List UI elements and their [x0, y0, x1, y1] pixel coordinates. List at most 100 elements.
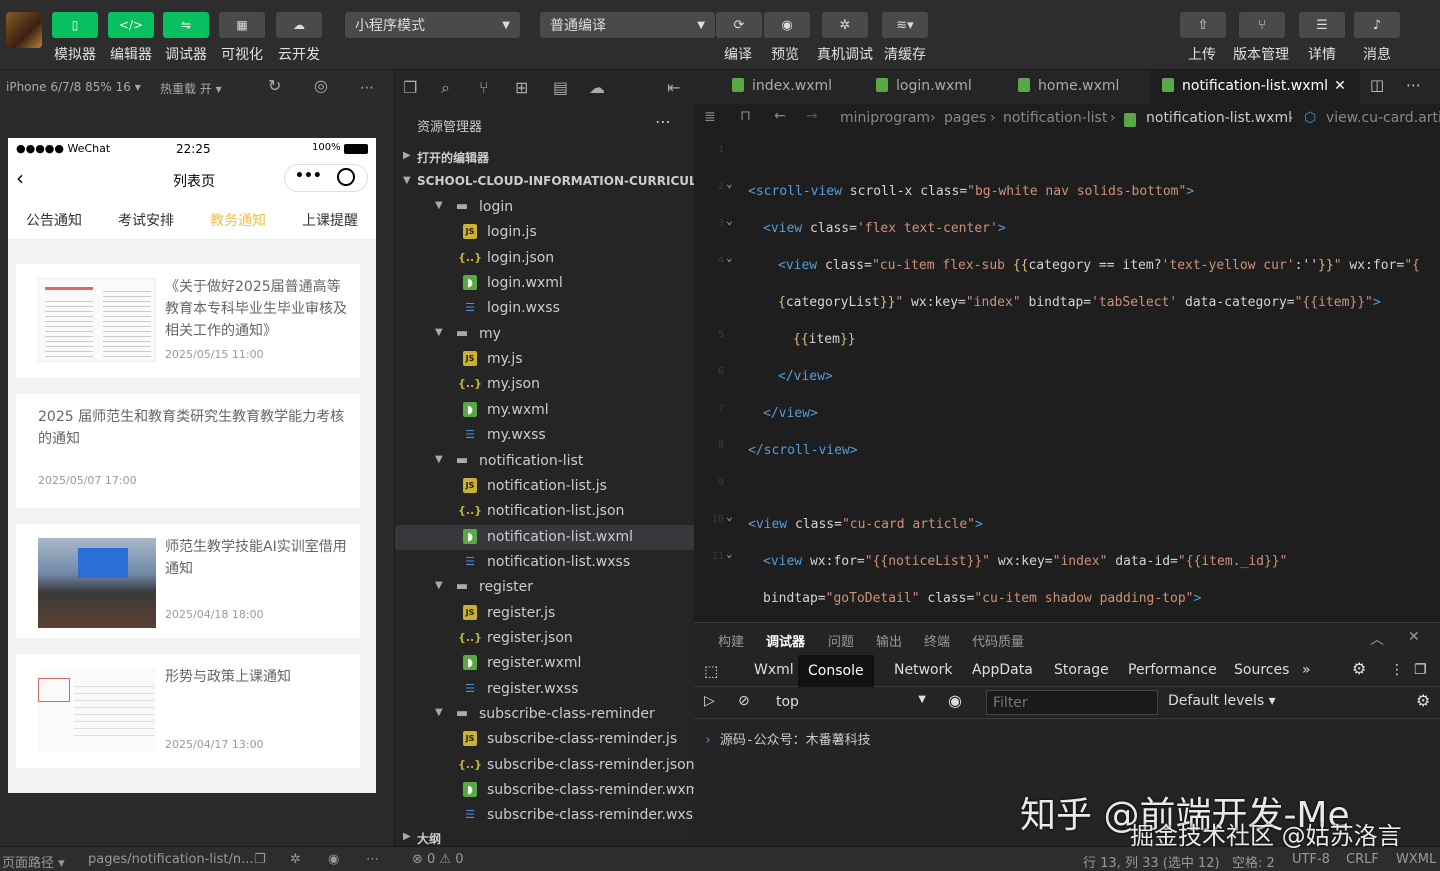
- tab-login-wxml[interactable]: login.wxml: [876, 70, 1016, 104]
- eol[interactable]: CRLF: [1346, 852, 1379, 867]
- context-select[interactable]: top ▼: [766, 690, 932, 716]
- devtools-panel-tab[interactable]: Storage: [1054, 662, 1109, 678]
- forward-arrow-icon[interactable]: →: [806, 108, 818, 124]
- notice-card[interactable]: 《关于做好2025届普通高等教育本专科毕业生毕业审核及相关工作的通知》 2025…: [16, 264, 360, 378]
- file-item[interactable]: ☰ my.wxss: [395, 423, 695, 448]
- chevron-down-icon[interactable]: ⌄: [726, 510, 733, 523]
- messages-button[interactable]: ♪: [1354, 12, 1400, 38]
- folder-item[interactable]: ▼ ▬ register: [395, 575, 695, 600]
- user-avatar[interactable]: [6, 12, 42, 48]
- file-item[interactable]: JS my.js: [395, 347, 695, 372]
- search-icon[interactable]: ⌕: [441, 78, 450, 98]
- folder-item[interactable]: ▼ ▬ subscribe-class-reminder: [395, 702, 695, 727]
- tab-home-wxml[interactable]: home.wxml: [1018, 70, 1158, 104]
- preview-button[interactable]: ◉: [764, 12, 810, 38]
- tab-academic[interactable]: 教务通知: [210, 210, 266, 230]
- file-item[interactable]: JS login.js: [395, 220, 695, 245]
- notice-card[interactable]: 2025 届师范生和教育类研究生教育教学能力考核的通知 2025/05/07 1…: [16, 394, 360, 508]
- devtools-panel-tab[interactable]: Network: [894, 662, 952, 678]
- breadcrumb-item[interactable]: notification-list.wxml: [1146, 110, 1292, 126]
- device-select[interactable]: iPhone 6/7/8 85% 16 ▾: [6, 80, 141, 94]
- copy-icon[interactable]: ❐: [254, 852, 266, 867]
- close-icon[interactable]: ✕: [1408, 629, 1420, 645]
- file-item[interactable]: ◗ register.wxml: [395, 651, 695, 676]
- devtools-top-tab[interactable]: 调试器: [766, 631, 805, 650]
- tab-notification-list-wxml[interactable]: notification-list.wxml ✕: [1150, 70, 1360, 104]
- folder-item[interactable]: ▼ ▬ notification-list: [395, 449, 695, 474]
- split-editor-icon[interactable]: ◫: [1370, 76, 1384, 94]
- details-button[interactable]: ☰: [1299, 12, 1345, 38]
- mode-select[interactable]: 小程序模式 ▼: [345, 12, 520, 38]
- language-mode[interactable]: WXML: [1396, 852, 1436, 867]
- file-item[interactable]: ◗ notification-list.wxml: [395, 524, 695, 550]
- hot-reload-toggle[interactable]: 热重载 开 ▾: [160, 80, 222, 97]
- bookmark-icon[interactable]: ⊓: [740, 108, 751, 124]
- more-tabs-icon[interactable]: »: [1302, 662, 1311, 678]
- devtools-panel-tab[interactable]: Sources: [1234, 662, 1289, 678]
- inspect-icon[interactable]: ⬚: [704, 662, 718, 680]
- code-area[interactable]: 1 2 ⌄ <scroll-view scroll-x class="bg-white…: [694, 134, 1440, 622]
- breadcrumb-item[interactable]: view.cu-card.artic: [1326, 110, 1440, 126]
- folder-item[interactable]: ▼ ▬ login: [395, 195, 695, 220]
- toolbar-button-3[interactable]: ▦: [219, 12, 265, 38]
- console-filter-input[interactable]: [986, 690, 1158, 715]
- tab-class-reminder[interactable]: 上课提醒: [302, 210, 358, 230]
- clear-cache-button[interactable]: ≋▾: [882, 12, 928, 38]
- indent-setting[interactable]: 空格: 2: [1232, 852, 1275, 871]
- file-item[interactable]: ☰ subscribe-class-reminder.wxss: [395, 803, 700, 828]
- bug-icon[interactable]: ✲: [290, 852, 301, 867]
- more-icon[interactable]: ⋮: [1390, 662, 1404, 678]
- file-item[interactable]: JS subscribe-class-reminder.js: [395, 727, 695, 752]
- close-mini-icon[interactable]: [337, 168, 355, 186]
- files-icon[interactable]: ❐: [403, 78, 417, 97]
- compile-button[interactable]: ⟳: [716, 12, 762, 38]
- file-item[interactable]: {..} subscribe-class-reminder.json: [395, 753, 695, 778]
- devtools-top-tab[interactable]: 终端: [924, 631, 950, 650]
- file-item[interactable]: JS notification-list.js: [395, 474, 695, 499]
- file-item[interactable]: JS register.js: [395, 601, 695, 626]
- encoding[interactable]: UTF-8: [1292, 852, 1330, 867]
- sidebar-toggle-icon[interactable]: ▷: [704, 693, 715, 709]
- file-item[interactable]: {..} notification-list.json: [395, 499, 695, 524]
- git-icon[interactable]: ⑂: [479, 78, 489, 97]
- page-path[interactable]: pages/notification-list/n...: [88, 852, 254, 867]
- file-item[interactable]: ☰ notification-list.wxss: [395, 550, 695, 575]
- more-dots-icon[interactable]: •••: [295, 168, 322, 184]
- eye-icon[interactable]: ◉: [328, 852, 339, 867]
- chevron-down-icon[interactable]: ⌄: [726, 214, 733, 227]
- more-icon[interactable]: ⋯: [360, 80, 374, 96]
- toolbar-button-0[interactable]: ▯: [52, 12, 98, 38]
- toolbar-button-2[interactable]: ⇋: [163, 12, 209, 38]
- file-item[interactable]: ◗ login.wxml: [395, 271, 695, 296]
- settings-icon[interactable]: ⚙: [1416, 691, 1430, 710]
- back-icon[interactable]: ‹: [16, 166, 24, 190]
- chevron-down-icon[interactable]: ⌄: [726, 251, 733, 264]
- undock-icon[interactable]: ❐: [1414, 662, 1427, 678]
- more-icon[interactable]: ⋯: [366, 852, 379, 867]
- extensions-icon[interactable]: ⊞: [515, 78, 528, 97]
- chevron-down-icon[interactable]: ⌄: [726, 547, 733, 560]
- file-item[interactable]: ☰ register.wxss: [395, 677, 695, 702]
- file-item[interactable]: {..} login.json: [395, 246, 695, 271]
- toolbar-button-1[interactable]: </>: [108, 12, 154, 38]
- toolbar-button-4[interactable]: ☁: [276, 12, 322, 38]
- tab-index-wxml[interactable]: index.wxml: [732, 70, 872, 104]
- breadcrumb-item[interactable]: notification-list: [1003, 110, 1107, 126]
- devtools-top-tab[interactable]: 输出: [876, 631, 902, 650]
- page-path-label[interactable]: 页面路径 ▾: [2, 852, 65, 871]
- devtools-panel-tab[interactable]: Console: [798, 655, 874, 687]
- list-icon[interactable]: ≣: [704, 109, 716, 125]
- chevron-down-icon[interactable]: ⌄: [726, 177, 733, 190]
- back-arrow-icon[interactable]: ←: [774, 108, 786, 124]
- storage-icon[interactable]: ▤: [553, 78, 568, 97]
- notice-card[interactable]: 形势与政策上课通知 2025/04/17 13:00: [16, 654, 360, 768]
- more-icon[interactable]: ⋯: [1406, 76, 1421, 94]
- cursor-position[interactable]: 行 13, 列 33 (选中 12): [1083, 852, 1220, 871]
- clear-console-icon[interactable]: ⊘: [738, 693, 750, 709]
- settings-icon[interactable]: ⚙: [1352, 659, 1366, 678]
- log-levels-select[interactable]: Default levels ▾: [1168, 693, 1276, 709]
- tab-announcement[interactable]: 公告通知: [26, 210, 82, 230]
- chevron-up-icon[interactable]: ︿: [1370, 629, 1384, 649]
- breadcrumb-item[interactable]: pages: [944, 110, 986, 126]
- version-button[interactable]: ⑂: [1239, 12, 1285, 38]
